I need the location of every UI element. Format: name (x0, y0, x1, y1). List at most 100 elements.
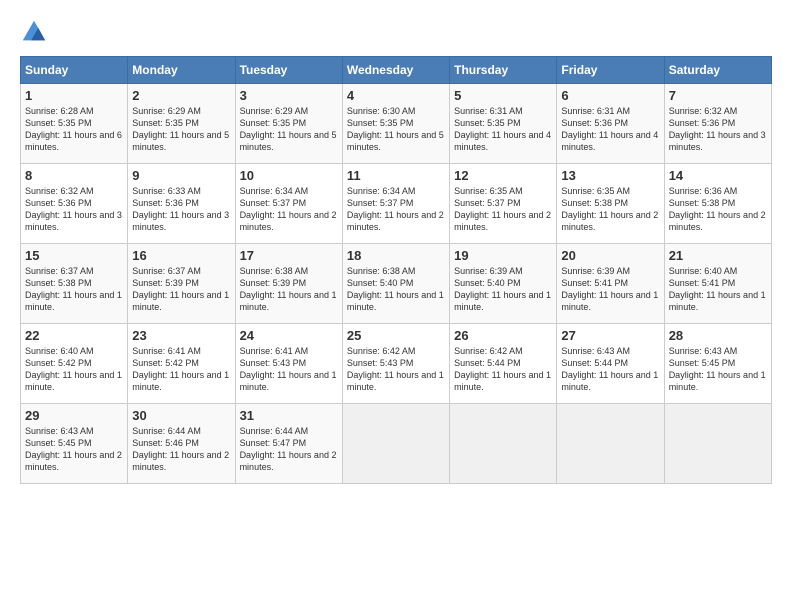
day-number: 30 (132, 408, 230, 423)
day-number: 17 (240, 248, 338, 263)
cell-info: Sunrise: 6:34 AMSunset: 5:37 PMDaylight:… (240, 186, 337, 232)
cell-info: Sunrise: 6:30 AMSunset: 5:35 PMDaylight:… (347, 106, 444, 152)
calendar-week: 15 Sunrise: 6:37 AMSunset: 5:38 PMDaylig… (21, 244, 772, 324)
day-number: 13 (561, 168, 659, 183)
cell-info: Sunrise: 6:37 AMSunset: 5:38 PMDaylight:… (25, 266, 122, 312)
calendar-cell: 21 Sunrise: 6:40 AMSunset: 5:41 PMDaylig… (664, 244, 771, 324)
day-header-friday: Friday (557, 57, 664, 84)
calendar-week: 8 Sunrise: 6:32 AMSunset: 5:36 PMDayligh… (21, 164, 772, 244)
cell-info: Sunrise: 6:39 AMSunset: 5:40 PMDaylight:… (454, 266, 551, 312)
day-number: 3 (240, 88, 338, 103)
cell-info: Sunrise: 6:40 AMSunset: 5:41 PMDaylight:… (669, 266, 766, 312)
calendar-cell: 4 Sunrise: 6:30 AMSunset: 5:35 PMDayligh… (342, 84, 449, 164)
calendar-cell: 13 Sunrise: 6:35 AMSunset: 5:38 PMDaylig… (557, 164, 664, 244)
calendar-table: SundayMondayTuesdayWednesdayThursdayFrid… (20, 56, 772, 484)
calendar-cell: 10 Sunrise: 6:34 AMSunset: 5:37 PMDaylig… (235, 164, 342, 244)
cell-info: Sunrise: 6:41 AMSunset: 5:42 PMDaylight:… (132, 346, 229, 392)
cell-info: Sunrise: 6:44 AMSunset: 5:47 PMDaylight:… (240, 426, 337, 472)
day-number: 27 (561, 328, 659, 343)
day-number: 11 (347, 168, 445, 183)
cell-info: Sunrise: 6:28 AMSunset: 5:35 PMDaylight:… (25, 106, 122, 152)
calendar-cell: 7 Sunrise: 6:32 AMSunset: 5:36 PMDayligh… (664, 84, 771, 164)
cell-info: Sunrise: 6:33 AMSunset: 5:36 PMDaylight:… (132, 186, 229, 232)
calendar-cell: 31 Sunrise: 6:44 AMSunset: 5:47 PMDaylig… (235, 404, 342, 484)
cell-info: Sunrise: 6:44 AMSunset: 5:46 PMDaylight:… (132, 426, 229, 472)
calendar-cell: 29 Sunrise: 6:43 AMSunset: 5:45 PMDaylig… (21, 404, 128, 484)
calendar-week: 1 Sunrise: 6:28 AMSunset: 5:35 PMDayligh… (21, 84, 772, 164)
day-number: 4 (347, 88, 445, 103)
cell-info: Sunrise: 6:41 AMSunset: 5:43 PMDaylight:… (240, 346, 337, 392)
calendar-cell: 30 Sunrise: 6:44 AMSunset: 5:46 PMDaylig… (128, 404, 235, 484)
calendar-cell: 2 Sunrise: 6:29 AMSunset: 5:35 PMDayligh… (128, 84, 235, 164)
day-header-sunday: Sunday (21, 57, 128, 84)
cell-info: Sunrise: 6:39 AMSunset: 5:41 PMDaylight:… (561, 266, 658, 312)
calendar-cell: 25 Sunrise: 6:42 AMSunset: 5:43 PMDaylig… (342, 324, 449, 404)
cell-info: Sunrise: 6:29 AMSunset: 5:35 PMDaylight:… (132, 106, 229, 152)
day-number: 2 (132, 88, 230, 103)
day-number: 12 (454, 168, 552, 183)
day-number: 19 (454, 248, 552, 263)
day-header-tuesday: Tuesday (235, 57, 342, 84)
cell-info: Sunrise: 6:31 AMSunset: 5:35 PMDaylight:… (454, 106, 551, 152)
day-number: 20 (561, 248, 659, 263)
cell-info: Sunrise: 6:38 AMSunset: 5:39 PMDaylight:… (240, 266, 337, 312)
calendar-week: 22 Sunrise: 6:40 AMSunset: 5:42 PMDaylig… (21, 324, 772, 404)
calendar-cell: 20 Sunrise: 6:39 AMSunset: 5:41 PMDaylig… (557, 244, 664, 324)
cell-info: Sunrise: 6:32 AMSunset: 5:36 PMDaylight:… (25, 186, 122, 232)
calendar-cell: 12 Sunrise: 6:35 AMSunset: 5:37 PMDaylig… (450, 164, 557, 244)
calendar-cell: 5 Sunrise: 6:31 AMSunset: 5:35 PMDayligh… (450, 84, 557, 164)
day-header-saturday: Saturday (664, 57, 771, 84)
cell-info: Sunrise: 6:35 AMSunset: 5:37 PMDaylight:… (454, 186, 551, 232)
day-number: 7 (669, 88, 767, 103)
cell-info: Sunrise: 6:35 AMSunset: 5:38 PMDaylight:… (561, 186, 658, 232)
cell-info: Sunrise: 6:42 AMSunset: 5:43 PMDaylight:… (347, 346, 444, 392)
calendar-week: 29 Sunrise: 6:43 AMSunset: 5:45 PMDaylig… (21, 404, 772, 484)
calendar-cell: 6 Sunrise: 6:31 AMSunset: 5:36 PMDayligh… (557, 84, 664, 164)
cell-info: Sunrise: 6:43 AMSunset: 5:45 PMDaylight:… (669, 346, 766, 392)
day-number: 23 (132, 328, 230, 343)
day-number: 6 (561, 88, 659, 103)
calendar-cell: 3 Sunrise: 6:29 AMSunset: 5:35 PMDayligh… (235, 84, 342, 164)
day-number: 14 (669, 168, 767, 183)
day-number: 5 (454, 88, 552, 103)
day-number: 31 (240, 408, 338, 423)
day-header-monday: Monday (128, 57, 235, 84)
day-number: 29 (25, 408, 123, 423)
cell-info: Sunrise: 6:32 AMSunset: 5:36 PMDaylight:… (669, 106, 766, 152)
calendar-cell: 11 Sunrise: 6:34 AMSunset: 5:37 PMDaylig… (342, 164, 449, 244)
cell-info: Sunrise: 6:31 AMSunset: 5:36 PMDaylight:… (561, 106, 658, 152)
calendar-cell: 14 Sunrise: 6:36 AMSunset: 5:38 PMDaylig… (664, 164, 771, 244)
day-header-wednesday: Wednesday (342, 57, 449, 84)
logo (20, 18, 50, 46)
header-row-days: SundayMondayTuesdayWednesdayThursdayFrid… (21, 57, 772, 84)
cell-info: Sunrise: 6:37 AMSunset: 5:39 PMDaylight:… (132, 266, 229, 312)
cell-info: Sunrise: 6:29 AMSunset: 5:35 PMDaylight:… (240, 106, 337, 152)
day-header-thursday: Thursday (450, 57, 557, 84)
cell-info: Sunrise: 6:43 AMSunset: 5:44 PMDaylight:… (561, 346, 658, 392)
calendar-cell: 26 Sunrise: 6:42 AMSunset: 5:44 PMDaylig… (450, 324, 557, 404)
day-number: 9 (132, 168, 230, 183)
calendar-cell: 28 Sunrise: 6:43 AMSunset: 5:45 PMDaylig… (664, 324, 771, 404)
day-number: 8 (25, 168, 123, 183)
day-number: 25 (347, 328, 445, 343)
calendar-cell (342, 404, 449, 484)
day-number: 21 (669, 248, 767, 263)
calendar-cell: 1 Sunrise: 6:28 AMSunset: 5:35 PMDayligh… (21, 84, 128, 164)
calendar-cell: 27 Sunrise: 6:43 AMSunset: 5:44 PMDaylig… (557, 324, 664, 404)
calendar-cell: 18 Sunrise: 6:38 AMSunset: 5:40 PMDaylig… (342, 244, 449, 324)
calendar-cell: 15 Sunrise: 6:37 AMSunset: 5:38 PMDaylig… (21, 244, 128, 324)
calendar-cell: 8 Sunrise: 6:32 AMSunset: 5:36 PMDayligh… (21, 164, 128, 244)
calendar-cell (557, 404, 664, 484)
calendar-cell (664, 404, 771, 484)
calendar-cell (450, 404, 557, 484)
day-number: 15 (25, 248, 123, 263)
calendar-cell: 9 Sunrise: 6:33 AMSunset: 5:36 PMDayligh… (128, 164, 235, 244)
day-number: 28 (669, 328, 767, 343)
day-number: 18 (347, 248, 445, 263)
day-number: 22 (25, 328, 123, 343)
day-number: 24 (240, 328, 338, 343)
day-number: 1 (25, 88, 123, 103)
cell-info: Sunrise: 6:40 AMSunset: 5:42 PMDaylight:… (25, 346, 122, 392)
header-row (20, 18, 772, 46)
cell-info: Sunrise: 6:42 AMSunset: 5:44 PMDaylight:… (454, 346, 551, 392)
